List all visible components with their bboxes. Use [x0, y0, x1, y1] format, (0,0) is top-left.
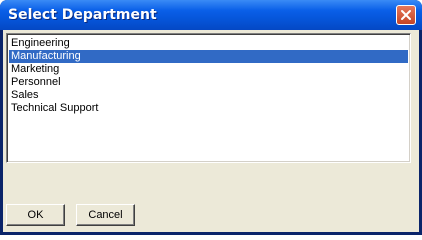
cancel-button[interactable]: Cancel	[76, 204, 135, 226]
dialog-title: Select Department	[8, 7, 157, 23]
select-department-dialog: Select Department Engineering Manufactur…	[0, 0, 422, 235]
list-item-sales[interactable]: Sales	[9, 89, 408, 102]
close-button[interactable]	[396, 5, 416, 25]
list-item-technical-support[interactable]: Technical Support	[9, 102, 408, 115]
list-item-personnel[interactable]: Personnel	[9, 76, 408, 89]
close-icon	[401, 10, 411, 20]
dialog-body: Engineering Manufacturing Marketing Pers…	[3, 30, 419, 232]
ok-button[interactable]: OK	[6, 204, 65, 226]
title-bar[interactable]: Select Department	[0, 0, 422, 30]
list-item-marketing[interactable]: Marketing	[9, 63, 408, 76]
list-item-manufacturing[interactable]: Manufacturing	[9, 50, 408, 63]
list-item-engineering[interactable]: Engineering	[9, 37, 408, 50]
department-listbox[interactable]: Engineering Manufacturing Marketing Pers…	[6, 33, 411, 163]
